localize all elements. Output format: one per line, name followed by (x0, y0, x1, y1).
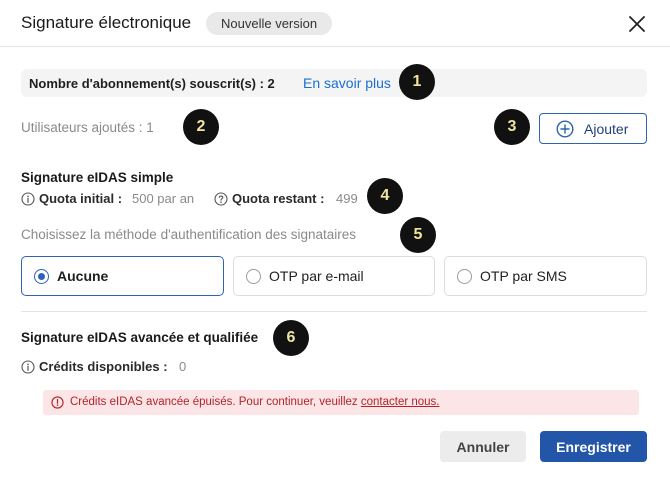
save-button[interactable]: Enregistrer (540, 431, 647, 462)
quota-initial-label: Quota initial : (39, 191, 123, 206)
credits-value: 0 (179, 359, 187, 374)
dialog-header: Signature électronique Nouvelle version (0, 0, 670, 47)
quota-remaining: Quota restant : 499 (214, 191, 364, 209)
radio-unselected[interactable] (457, 269, 472, 284)
close-icon (629, 16, 645, 32)
alert-icon (51, 396, 64, 409)
subscription-count: Nombre d'abonnement(s) souscrit(s) : 2 (29, 76, 275, 91)
contact-us-link[interactable]: contacter nous. (361, 396, 440, 408)
auth-option-label: OTP par SMS (480, 268, 567, 284)
help-icon (214, 192, 228, 206)
auth-option-sms[interactable]: OTP par SMS (444, 256, 647, 296)
info-icon (21, 192, 35, 206)
auth-option-email[interactable]: OTP par e-mail (233, 256, 435, 296)
quota-initial-value: 500 par an (132, 191, 195, 206)
plus-circle-icon (556, 120, 574, 138)
add-button-label: Ajouter (584, 121, 629, 137)
learn-more-link[interactable]: En savoir plus (303, 75, 391, 91)
callout-marker-1: 1 (399, 64, 435, 100)
advanced-signature-title: Signature eIDAS avancée et qualifiée (21, 330, 259, 345)
auth-method-label: Choisissez la méthode d'authentification… (21, 227, 357, 242)
dialog-title: Signature électronique (21, 13, 192, 32)
auth-option-label: Aucune (57, 268, 109, 284)
radio-unselected[interactable] (246, 269, 261, 284)
alert-text: Crédits eIDAS avancée épuisés. Pour cont… (70, 396, 358, 408)
callout-marker-2: 2 (183, 109, 219, 145)
callout-marker-4: 4 (367, 178, 403, 214)
close-button[interactable] (625, 12, 649, 36)
version-badge: Nouvelle version (206, 12, 333, 35)
cancel-button[interactable]: Annuler (440, 431, 526, 462)
callout-marker-6: 6 (273, 320, 309, 356)
auth-option-label: OTP par e-mail (269, 268, 364, 284)
quota-initial: Quota initial : 500 par an (21, 191, 211, 209)
radio-selected[interactable] (34, 269, 49, 284)
alert-message: Crédits eIDAS avancée épuisés. Pour cont… (70, 396, 440, 408)
added-users-label: Utilisateurs ajoutés : 1 (21, 120, 154, 135)
callout-marker-3: 3 (494, 109, 530, 145)
quota-remaining-value: 499 (336, 191, 358, 206)
info-icon (21, 360, 35, 374)
auth-option-none[interactable]: Aucune (21, 256, 224, 296)
add-user-button[interactable]: Ajouter (539, 113, 647, 144)
callout-marker-5: 5 (400, 217, 436, 253)
quota-remaining-label: Quota restant : (232, 191, 325, 206)
credits-label: Crédits disponibles : (39, 359, 168, 374)
credits-available: Crédits disponibles : 0 (21, 359, 221, 377)
section-divider (21, 311, 647, 312)
credits-alert: Crédits eIDAS avancée épuisés. Pour cont… (43, 390, 639, 415)
subscription-bar: Nombre d'abonnement(s) souscrit(s) : 2 E… (21, 69, 647, 97)
simple-signature-title: Signature eIDAS simple (21, 170, 174, 185)
